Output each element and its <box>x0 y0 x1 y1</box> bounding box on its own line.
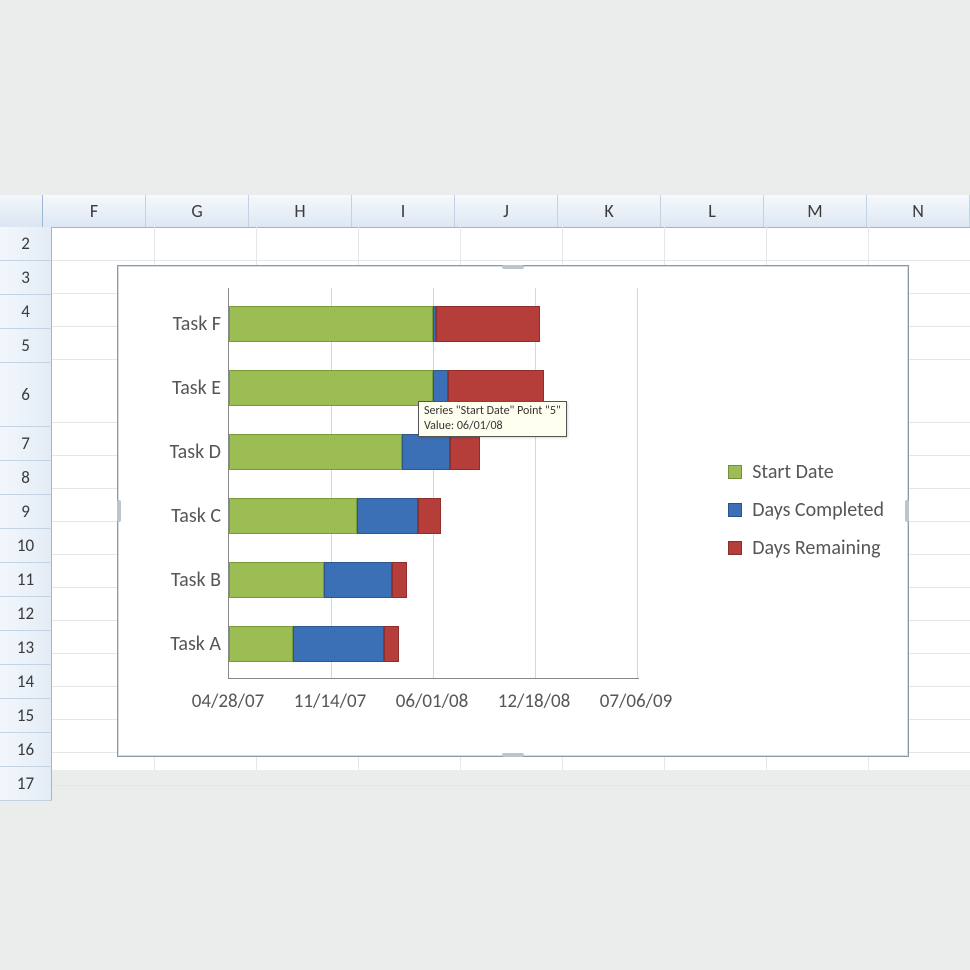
bar-segment-days-remaining[interactable] <box>450 434 480 470</box>
bar-row[interactable] <box>229 306 540 342</box>
bar-segment-start-date[interactable] <box>229 562 324 598</box>
resize-handle-left[interactable] <box>117 500 121 522</box>
row-header[interactable]: 11 <box>0 563 52 597</box>
legend-swatch-icon <box>728 541 742 555</box>
bar-row[interactable] <box>229 626 399 662</box>
legend-label: Days Remaining <box>752 536 880 560</box>
embedded-chart[interactable]: Start Date Days Completed Days Remaining… <box>117 265 909 757</box>
legend-item-days-remaining[interactable]: Days Remaining <box>728 536 884 560</box>
row-header[interactable]: 13 <box>0 631 52 665</box>
select-all-corner[interactable] <box>0 195 43 227</box>
chart-legend[interactable]: Start Date Days Completed Days Remaining <box>728 446 884 574</box>
legend-item-days-completed[interactable]: Days Completed <box>728 498 884 522</box>
row-header[interactable]: 9 <box>0 495 52 529</box>
row-header[interactable]: 4 <box>0 295 52 329</box>
column-header[interactable]: F <box>43 195 146 227</box>
legend-label: Start Date <box>752 460 834 484</box>
bar-row[interactable] <box>229 562 407 598</box>
bar-segment-days-completed[interactable] <box>324 562 392 598</box>
datapoint-tooltip: Series "Start Date" Point "5" Value: 06/… <box>418 401 567 437</box>
resize-handle-right[interactable] <box>905 500 909 522</box>
bar-segment-days-remaining[interactable] <box>436 306 540 342</box>
row-header[interactable]: 8 <box>0 461 52 495</box>
legend-item-start-date[interactable]: Start Date <box>728 460 884 484</box>
row-header[interactable]: 17 <box>0 767 52 801</box>
y-axis-category-label: Task F <box>143 312 221 336</box>
bar-segment-days-completed[interactable] <box>402 434 450 470</box>
legend-label: Days Completed <box>752 498 884 522</box>
row-header[interactable]: 16 <box>0 733 52 767</box>
bar-segment-start-date[interactable] <box>229 306 433 342</box>
x-axis-tick-label: 04/28/07 <box>178 690 278 713</box>
column-header[interactable]: J <box>455 195 558 227</box>
row-header[interactable]: 3 <box>0 261 52 295</box>
row-header[interactable]: 2 <box>0 227 52 261</box>
column-header[interactable]: M <box>764 195 867 227</box>
bar-segment-start-date[interactable] <box>229 498 357 534</box>
column-header-row: FGHIJKLMN <box>0 195 970 228</box>
resize-handle-top[interactable] <box>502 265 524 269</box>
resize-handle-bottom[interactable] <box>502 753 524 757</box>
bar-row[interactable] <box>229 434 480 470</box>
column-header[interactable]: K <box>558 195 661 227</box>
legend-swatch-icon <box>728 465 742 479</box>
x-axis-tick-label: 07/06/09 <box>586 690 686 713</box>
legend-swatch-icon <box>728 503 742 517</box>
plot-area[interactable] <box>228 288 639 679</box>
bar-segment-start-date[interactable] <box>229 370 433 406</box>
column-header[interactable]: I <box>352 195 455 227</box>
row-header-column: 234567891011121314151617 <box>0 227 52 801</box>
row-header[interactable]: 12 <box>0 597 52 631</box>
bar-segment-days-remaining[interactable] <box>392 562 407 598</box>
column-header[interactable]: N <box>867 195 970 227</box>
x-axis-tick-label: 06/01/08 <box>382 690 482 713</box>
bar-segment-days-remaining[interactable] <box>418 498 441 534</box>
bar-segment-start-date[interactable] <box>229 434 402 470</box>
column-header[interactable]: L <box>661 195 764 227</box>
row-header[interactable]: 14 <box>0 665 52 699</box>
tooltip-line: Value: 06/01/08 <box>424 419 561 434</box>
row-header[interactable]: 5 <box>0 329 52 363</box>
y-axis-category-label: Task A <box>143 632 221 656</box>
y-axis-category-label: Task C <box>143 504 221 528</box>
column-header[interactable]: H <box>249 195 352 227</box>
bar-segment-days-completed[interactable] <box>293 626 384 662</box>
column-header[interactable]: G <box>146 195 249 227</box>
x-axis-tick-label: 11/14/07 <box>280 690 380 713</box>
bar-row[interactable] <box>229 498 441 534</box>
y-axis-category-label: Task B <box>143 568 221 592</box>
tooltip-line: Series "Start Date" Point "5" <box>424 404 561 419</box>
row-header[interactable]: 10 <box>0 529 52 563</box>
y-axis-category-label: Task E <box>143 376 221 400</box>
bar-segment-start-date[interactable] <box>229 626 293 662</box>
bar-segment-days-remaining[interactable] <box>384 626 399 662</box>
row-header[interactable]: 7 <box>0 427 52 461</box>
bar-segment-days-completed[interactable] <box>357 498 418 534</box>
x-axis-tick-label: 12/18/08 <box>484 690 584 713</box>
y-axis-category-label: Task D <box>143 440 221 464</box>
row-header[interactable]: 15 <box>0 699 52 733</box>
row-header[interactable]: 6 <box>0 363 52 427</box>
